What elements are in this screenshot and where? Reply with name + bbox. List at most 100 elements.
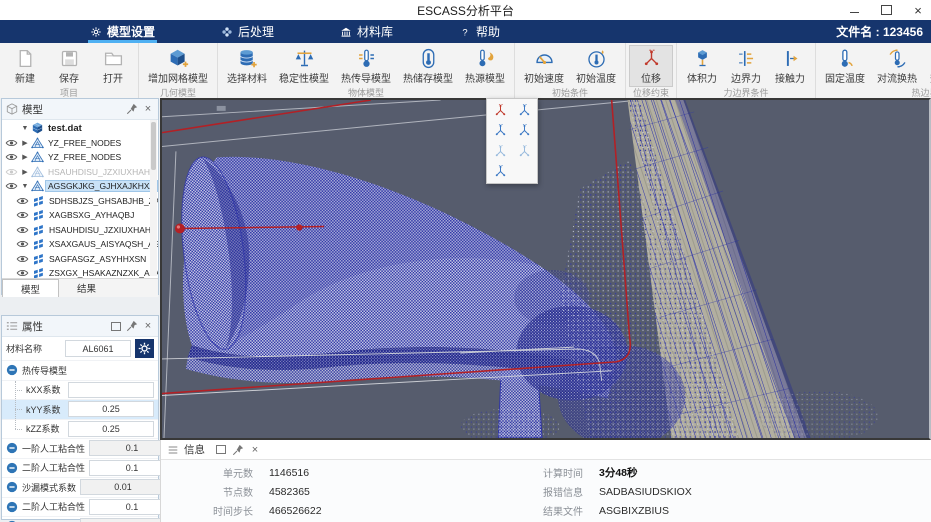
toolbar-button-label: 选择材料 xyxy=(227,70,267,85)
eye-icon[interactable] xyxy=(5,167,18,177)
menu-item-2[interactable]: 材料库 xyxy=(328,20,405,43)
toolbar-button[interactable]: 体积力 xyxy=(680,45,724,87)
tree-node-label[interactable]: XAGBSXG_AYHAQBJ xyxy=(47,210,136,220)
restore-icon[interactable] xyxy=(110,320,122,332)
eye-icon[interactable] xyxy=(5,138,18,148)
mesh-cube-icon xyxy=(31,122,44,134)
displacement-option[interactable] xyxy=(488,141,512,161)
toolbar-button[interactable]: 热传导模型 xyxy=(335,45,397,87)
tree-child-node[interactable]: HSAUHDISU_JZXIUXHAHX xyxy=(2,223,158,238)
toolbar-button[interactable]: 增加网格模型 xyxy=(142,45,214,87)
eye-icon[interactable] xyxy=(5,152,18,162)
minus-icon[interactable] xyxy=(6,501,18,513)
minimize-icon[interactable] xyxy=(847,3,861,17)
eye-icon[interactable] xyxy=(16,254,29,264)
tree-node[interactable]: ▶ HSAUHDISU_JZXIUXHAHX xyxy=(2,165,158,180)
tree-node-label[interactable]: SAGFASGZ_ASYHHXSN xyxy=(47,254,148,264)
toolbar-button[interactable]: 固定温度 xyxy=(819,45,871,87)
displacement-variant-icon xyxy=(517,144,532,159)
eye-icon[interactable] xyxy=(16,239,29,249)
eye-icon[interactable] xyxy=(16,196,29,206)
pin-icon[interactable] xyxy=(126,103,138,115)
displacement-option[interactable] xyxy=(512,141,536,161)
eye-icon[interactable] xyxy=(16,210,29,220)
tree-child-node[interactable]: SDHSBJZS_GHSABJHB_ZAHU xyxy=(2,194,158,209)
eye-icon[interactable] xyxy=(16,225,29,235)
pin-icon[interactable] xyxy=(232,444,244,456)
property-value-field[interactable] xyxy=(68,401,154,417)
tree-node-label[interactable]: SDHSBJZS_GHSABJHB_ZAHU xyxy=(47,196,158,206)
constraint-point-marker[interactable] xyxy=(175,224,185,234)
toolbar-button[interactable]: 位移 xyxy=(629,45,673,87)
chevron-right-icon[interactable]: ▶ xyxy=(21,139,29,147)
pin-icon[interactable] xyxy=(126,320,138,332)
tree-scrollbar[interactable] xyxy=(150,120,157,276)
property-value-field[interactable] xyxy=(80,479,166,495)
toolbar-button[interactable]: 热辐射 xyxy=(923,45,931,87)
material-settings-button[interactable] xyxy=(135,339,154,358)
displacement-option[interactable] xyxy=(512,121,536,141)
toolbar-button[interactable]: 初始速度 xyxy=(518,45,570,87)
close-icon[interactable]: × xyxy=(249,444,261,456)
toolbar-button[interactable]: 保存 xyxy=(47,45,91,87)
toolbar-button[interactable]: 新建 xyxy=(3,45,47,87)
chevron-right-icon[interactable]: ▶ xyxy=(21,153,29,161)
displacement-option[interactable] xyxy=(488,162,512,182)
close-icon[interactable]: × xyxy=(142,103,154,115)
tree-node-label[interactable]: AGSGKJKG_GJHXAJKHXA xyxy=(46,181,157,191)
tree-child-node[interactable]: XAGBSXG_AYHAQBJ xyxy=(2,208,158,223)
tree-child-node[interactable]: ZSXGX_HSAKAZNZXK_AHASX xyxy=(2,266,158,278)
maximize-icon[interactable] xyxy=(879,3,893,17)
menu-item-0[interactable]: 模型设置 xyxy=(78,20,167,43)
minus-icon[interactable] xyxy=(6,442,18,454)
toolbar-button[interactable]: 选择材料 xyxy=(221,45,273,87)
tree-node-label[interactable]: XSAXGAUS_AISYAQSH_ASHX xyxy=(47,239,158,249)
menu-item-1[interactable]: 后处理 xyxy=(209,20,286,43)
viewport-3d[interactable] xyxy=(160,98,931,440)
chevron-right-icon[interactable]: ▶ xyxy=(21,168,29,176)
tree-node-label[interactable]: YZ_FREE_NODES xyxy=(46,152,123,162)
minus-icon[interactable] xyxy=(6,462,18,474)
property-value-field[interactable] xyxy=(68,382,154,398)
tab-result[interactable]: 结果 xyxy=(59,279,114,297)
toolbar-button[interactable]: 稳定性模型 xyxy=(273,45,335,87)
toolbar-button[interactable]: 打开 xyxy=(91,45,135,87)
toolbar-button[interactable]: 热储存模型 xyxy=(397,45,459,87)
tree-node-label[interactable]: YZ_FREE_NODES xyxy=(46,138,123,148)
tree-node[interactable]: ▼ AGSGKJKG_GJHXAJKHXA xyxy=(2,179,158,194)
toolbar-button[interactable]: 初始温度 xyxy=(570,45,622,87)
tree-node[interactable]: ▶ YZ_FREE_NODES xyxy=(2,136,158,151)
toolbar-button[interactable]: 热源模型 xyxy=(459,45,511,87)
tab-model[interactable]: 模型 xyxy=(2,279,59,297)
scrollbar-thumb[interactable] xyxy=(151,122,156,170)
tree-node-label[interactable]: HSAUHDISU_JZXIUXHAHX xyxy=(46,167,158,177)
mesh-part-icon xyxy=(32,238,45,250)
eye-icon[interactable] xyxy=(16,268,29,278)
displacement-option[interactable] xyxy=(488,100,512,120)
tree-node-label[interactable]: ZSXGX_HSAKAZNZXK_AHASX xyxy=(47,268,158,278)
property-value-field[interactable] xyxy=(68,421,154,437)
close-icon[interactable]: × xyxy=(911,3,925,17)
chevron-down-icon[interactable]: ▼ xyxy=(21,125,29,132)
tree-node-label[interactable]: HSAUHDISU_JZXIUXHAHX xyxy=(47,225,158,235)
close-icon[interactable]: × xyxy=(142,320,154,332)
restore-icon[interactable] xyxy=(215,444,227,456)
displacement-option[interactable] xyxy=(488,121,512,141)
toolbar-button[interactable]: 对流换热 xyxy=(871,45,923,87)
toolbar-button[interactable]: 边界力 xyxy=(724,45,768,87)
tree-child-node[interactable]: SAGFASGZ_ASYHHXSN xyxy=(2,252,158,267)
constraint-point-marker[interactable] xyxy=(296,224,302,230)
displacement-option[interactable] xyxy=(512,100,536,120)
tree-root-item[interactable]: ▼test.dat xyxy=(2,121,158,136)
menu-item-3[interactable]: 帮助 xyxy=(447,20,512,43)
tree-node[interactable]: ▶ YZ_FREE_NODES xyxy=(2,150,158,165)
material-name-field[interactable] xyxy=(65,340,131,357)
minus-icon[interactable] xyxy=(6,364,18,376)
chevron-down-icon[interactable]: ▼ xyxy=(21,183,29,190)
minus-icon[interactable] xyxy=(6,481,18,493)
property-value-field[interactable] xyxy=(80,518,166,522)
eye-icon[interactable] xyxy=(5,181,18,191)
toolbar-button-label: 热传导模型 xyxy=(341,70,391,85)
toolbar-button[interactable]: 接触力 xyxy=(768,45,812,87)
tree-child-node[interactable]: XSAXGAUS_AISYAQSH_ASHX xyxy=(2,237,158,252)
